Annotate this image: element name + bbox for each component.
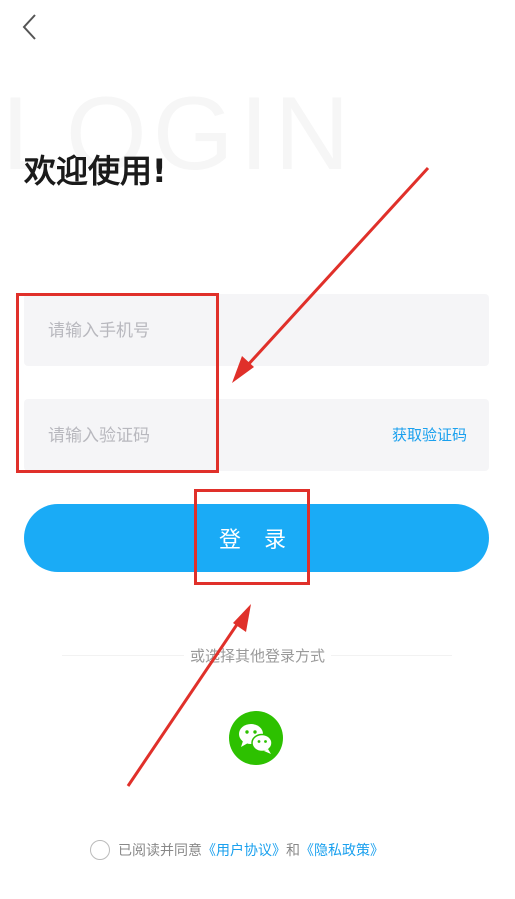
agreement-and: 和 xyxy=(286,843,300,859)
code-field-container: 获取验证码 xyxy=(24,399,489,473)
agreement-prefix: 已阅读并同意 xyxy=(118,843,202,859)
wechat-icon xyxy=(229,711,283,765)
agreement-row: 已阅读并同意 《用户协议》 和 《隐私政策》 xyxy=(90,840,384,860)
chevron-left-icon xyxy=(22,14,36,40)
wechat-login-button[interactable] xyxy=(228,710,284,766)
other-login-label: 或选择其他登录方式 xyxy=(0,645,515,666)
agree-checkbox[interactable] xyxy=(90,840,110,860)
back-button[interactable] xyxy=(16,10,46,44)
phone-input[interactable] xyxy=(46,294,380,368)
other-login-text: 或选择其他登录方式 xyxy=(183,647,331,665)
get-code-button[interactable]: 获取验证码 xyxy=(392,399,467,471)
privacy-policy-link[interactable]: 《隐私政策》 xyxy=(300,840,384,860)
login-button[interactable]: 登 录 xyxy=(24,504,489,572)
verification-code-input[interactable] xyxy=(46,399,380,473)
user-agreement-link[interactable]: 《用户协议》 xyxy=(202,840,286,860)
page-title: 欢迎使用! xyxy=(24,152,167,190)
phone-field-container xyxy=(24,294,489,368)
